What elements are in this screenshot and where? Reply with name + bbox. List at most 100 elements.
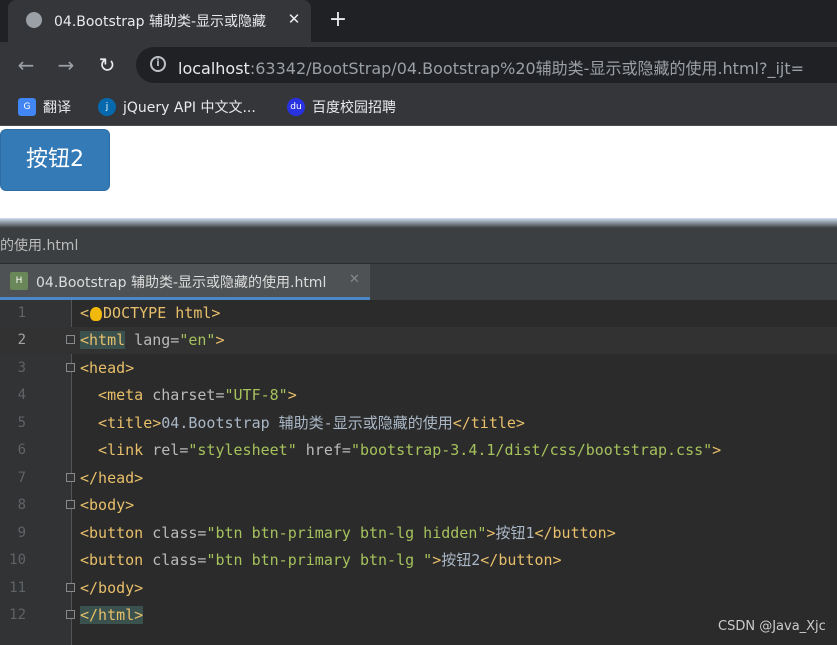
line-number: 8 xyxy=(17,497,26,513)
code-line: 1 < DOCTYPE html> xyxy=(0,300,837,327)
code-token: rel= xyxy=(143,441,189,459)
code-line: 2 <html lang="en"> xyxy=(0,327,837,354)
code-line: 11 </body> xyxy=(0,575,837,602)
fold-icon[interactable] xyxy=(66,583,75,592)
url-path: :63342/BootStrap/04.Bootstrap%20辅助类-显示或隐… xyxy=(249,59,805,78)
code-token: <html xyxy=(80,331,126,349)
code-token: "btn btn-primary btn-lg " xyxy=(206,551,433,569)
code-token: charset= xyxy=(143,386,225,404)
code-token: </head> xyxy=(80,469,144,487)
code-token: <button xyxy=(80,551,144,569)
line-number: 10 xyxy=(9,552,26,568)
bookmark-jquery[interactable]: j jQuery API 中文文... xyxy=(98,97,256,117)
url-host: localhost xyxy=(178,59,250,78)
line-number: 6 xyxy=(17,442,26,458)
code-line: 5 <title>04.Bootstrap 辅助类-显示或隐藏的使用</titl… xyxy=(0,410,837,437)
editor-tab-label: 04.Bootstrap 辅助类-显示或隐藏的使用.html xyxy=(36,275,327,291)
url-text[interactable]: localhost:63342/BootStrap/04.Bootstrap%2… xyxy=(178,55,804,79)
tab-title: 04.Bootstrap 辅助类-显示或隐藏 xyxy=(54,14,266,30)
bookmark-label: 百度校园招聘 xyxy=(312,100,396,116)
code-token: <title> xyxy=(80,414,162,432)
fold-icon[interactable] xyxy=(66,363,75,372)
code-token: </body> xyxy=(80,579,144,597)
code-token: "en" xyxy=(179,331,216,349)
code-line: 12 </html> xyxy=(0,602,837,629)
line-number: 7 xyxy=(17,470,26,486)
globe-icon xyxy=(26,12,42,28)
fold-icon[interactable] xyxy=(66,500,75,509)
code-token: > xyxy=(712,441,722,459)
line-number: 5 xyxy=(17,415,26,431)
code-line: 4 <meta charset="UTF-8"> xyxy=(0,382,837,409)
code-line: 3 <head> xyxy=(0,355,837,382)
google-translate-icon: G xyxy=(18,98,36,116)
browser-toolbar: ← → ↻ i localhost:63342/BootStrap/04.Boo… xyxy=(0,42,837,88)
code-token: </title> xyxy=(452,414,525,432)
jquery-icon: j xyxy=(98,98,116,116)
page-viewport: 按钮2 xyxy=(0,126,837,218)
code-token: href= xyxy=(296,441,351,459)
baidu-icon: du xyxy=(287,98,305,116)
code-line: 9 <button class="btn btn-primary btn-lg … xyxy=(0,520,837,547)
bookmarks-bar: G 翻译 j jQuery API 中文文... du 百度校园招聘 xyxy=(0,88,837,126)
code-token: class= xyxy=(143,551,207,569)
code-line: 10 <button class="btn btn-primary btn-lg… xyxy=(0,547,837,574)
close-tab-icon[interactable]: ✕ xyxy=(284,9,304,29)
fold-icon[interactable] xyxy=(66,335,75,344)
new-tab-button[interactable]: + xyxy=(326,6,350,34)
bookmark-translate[interactable]: G 翻译 xyxy=(18,97,71,117)
window-divider xyxy=(0,218,837,228)
code-token: > xyxy=(215,331,225,349)
code-token: </button> xyxy=(534,524,616,542)
fold-icon[interactable] xyxy=(66,610,75,619)
bookmark-label: 翻译 xyxy=(43,100,71,116)
line-number: 11 xyxy=(9,580,26,596)
line-number: 12 xyxy=(9,607,26,623)
code-token: <button xyxy=(80,524,144,542)
ide-tab-bar: H 04.Bootstrap 辅助类-显示或隐藏的使用.html ✕ xyxy=(0,264,837,300)
editor-tab[interactable]: H 04.Bootstrap 辅助类-显示或隐藏的使用.html ✕ xyxy=(0,264,370,300)
code-token: "btn btn-primary btn-lg hidden" xyxy=(206,524,487,542)
code-line: 8 <body> xyxy=(0,492,837,519)
line-number: 2 xyxy=(17,332,26,348)
code-token: </button> xyxy=(480,551,562,569)
browser-tab[interactable]: 04.Bootstrap 辅助类-显示或隐藏 ✕ xyxy=(8,0,311,42)
back-icon[interactable]: ← xyxy=(12,51,40,79)
reload-icon[interactable]: ↻ xyxy=(93,51,121,79)
code-token: > xyxy=(432,551,442,569)
code-line: 6 <link rel="stylesheet" href="bootstrap… xyxy=(0,437,837,464)
code-token: "bootstrap-3.4.1/dist/css/bootstrap.css" xyxy=(350,441,713,459)
code-token: 按钮1 xyxy=(495,524,535,542)
ide-breadcrumb: 的使用.html xyxy=(0,228,837,264)
bookmark-baidu[interactable]: du 百度校园招聘 xyxy=(287,97,396,117)
line-number: 4 xyxy=(17,387,26,403)
code-token: "stylesheet" xyxy=(188,441,297,459)
code-token: > xyxy=(287,386,297,404)
fold-icon[interactable] xyxy=(66,473,75,482)
info-icon[interactable]: i xyxy=(150,56,166,72)
code-token: 按钮2 xyxy=(441,551,481,569)
code-token: 04.Bootstrap 辅助类-显示或隐藏的使用 xyxy=(161,414,453,432)
browser-tab-strip: 04.Bootstrap 辅助类-显示或隐藏 ✕ + xyxy=(0,0,837,42)
code-token: "UTF-8" xyxy=(224,386,288,404)
code-token: <body> xyxy=(80,496,135,514)
line-number: 9 xyxy=(17,525,26,541)
address-bar[interactable]: i localhost:63342/BootStrap/04.Bootstrap… xyxy=(136,47,837,83)
watermark: CSDN @Java_Xjc xyxy=(718,619,826,634)
html-file-icon: H xyxy=(10,272,28,290)
code-token: class= xyxy=(143,524,207,542)
code-token: <head> xyxy=(80,359,135,377)
code-token: </html> xyxy=(80,606,144,624)
code-token: < xyxy=(80,304,90,322)
code-token: <meta xyxy=(80,386,144,404)
code-line: 7 </head> xyxy=(0,465,837,492)
close-icon[interactable]: ✕ xyxy=(349,272,360,287)
code-token: <link xyxy=(80,441,144,459)
line-number: 1 xyxy=(17,305,26,321)
bookmark-label: jQuery API 中文文... xyxy=(123,100,256,116)
forward-icon[interactable]: → xyxy=(52,51,80,79)
lightbulb-icon[interactable] xyxy=(90,306,103,321)
code-token: DOCTYPE html> xyxy=(103,304,221,322)
code-editor[interactable]: 1 < DOCTYPE html> 2 <html lang="en"> 3 <h… xyxy=(0,300,837,645)
primary-button[interactable]: 按钮2 xyxy=(0,129,110,191)
